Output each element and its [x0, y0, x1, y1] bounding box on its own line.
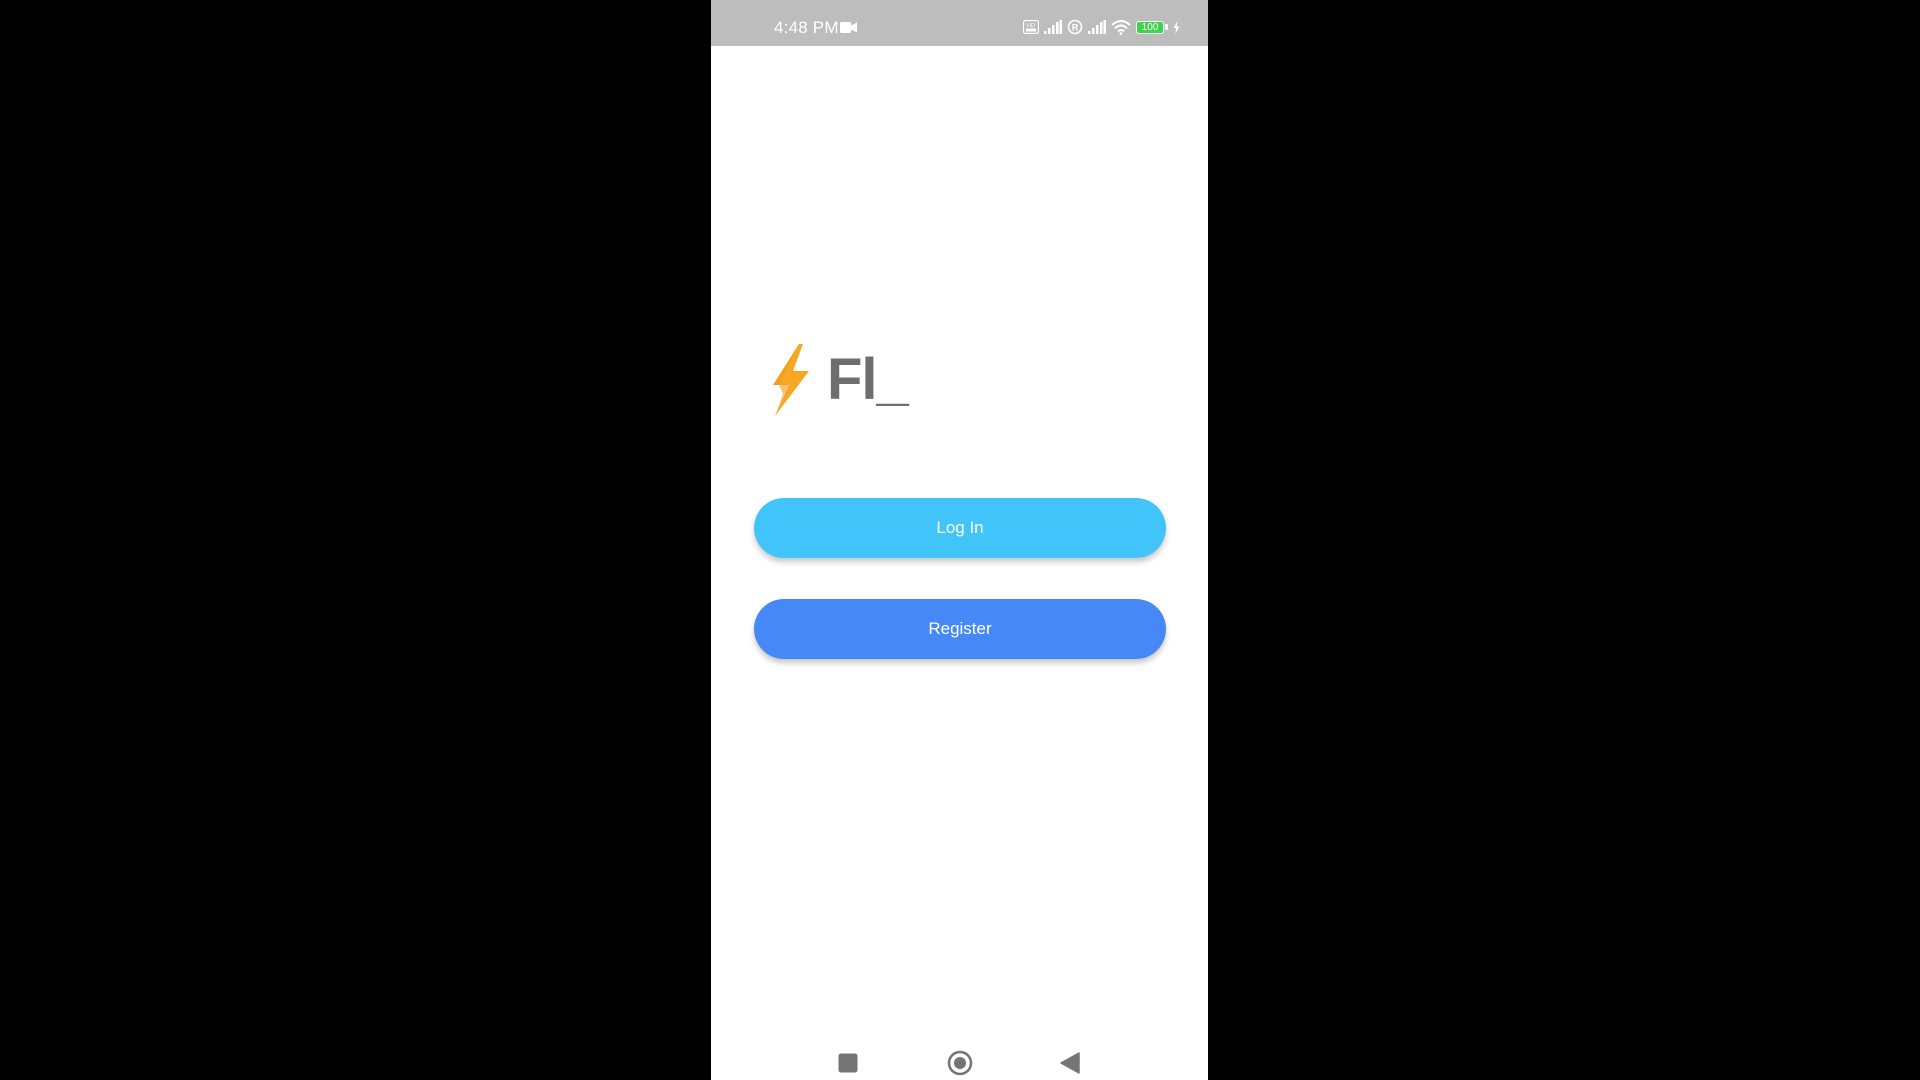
lightning-bolt-icon — [773, 344, 809, 416]
home-button[interactable] — [945, 1048, 975, 1078]
registered-icon: R — [1067, 19, 1083, 35]
phone-screen: 4:48 PM HD R 100 Fl_ Log In Register — [711, 0, 1208, 1080]
status-icons: HD R 100 — [1023, 17, 1180, 37]
battery-icon: 100 — [1136, 20, 1164, 34]
back-button[interactable] — [1055, 1048, 1085, 1078]
logo-text: Fl_ — [827, 347, 909, 412]
charging-icon — [1173, 20, 1180, 34]
back-icon — [1060, 1052, 1080, 1074]
battery-level: 100 — [1141, 21, 1159, 33]
recent-apps-icon — [838, 1053, 858, 1073]
status-time: 4:48 PM — [774, 18, 839, 37]
recent-apps-button[interactable] — [833, 1048, 863, 1078]
status-bar: 4:48 PM HD R 100 — [711, 0, 1208, 46]
signal-icon — [1088, 20, 1106, 34]
svg-text:R: R — [1072, 22, 1079, 32]
register-button[interactable]: Register — [754, 599, 1166, 659]
login-button[interactable]: Log In — [754, 498, 1166, 558]
hd-icon: HD — [1023, 20, 1039, 34]
navigation-bar — [711, 1020, 1208, 1080]
home-icon — [947, 1050, 973, 1076]
wifi-icon — [1111, 19, 1131, 35]
svg-text:HD: HD — [1027, 23, 1035, 29]
battery-nub — [1165, 24, 1168, 30]
video-record-icon — [840, 22, 857, 33]
signal-icon — [1044, 20, 1062, 34]
app-logo: Fl_ — [769, 340, 909, 420]
